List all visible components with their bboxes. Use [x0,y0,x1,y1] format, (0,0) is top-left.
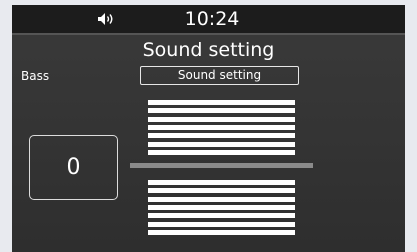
clock: 10:24 [184,8,240,30]
level-segment [148,196,295,202]
level-segment [148,229,295,235]
page-title: Sound setting [142,39,275,61]
level-segment [148,116,295,122]
level-segment [148,213,295,219]
level-segment [148,141,295,147]
level-segment [148,100,295,105]
level-segment [148,108,295,114]
head-unit-screen: 10:24 Sound setting Bass Sound setting 0 [12,5,405,252]
level-slider[interactable] [148,100,295,236]
value-display: 0 [29,135,118,200]
level-segment [148,133,295,139]
speaker-icon [98,13,113,25]
level-segment [148,188,295,194]
level-segment [148,221,295,227]
level-segment [148,149,295,155]
level-center-marker [130,163,313,168]
level-segment [148,204,295,210]
sound-setting-button[interactable]: Sound setting [140,66,299,85]
level-segment [148,180,295,185]
parameter-label: Bass [21,69,50,83]
level-segment [148,124,295,130]
status-bar: 10:24 [12,5,405,33]
divider [12,33,405,35]
